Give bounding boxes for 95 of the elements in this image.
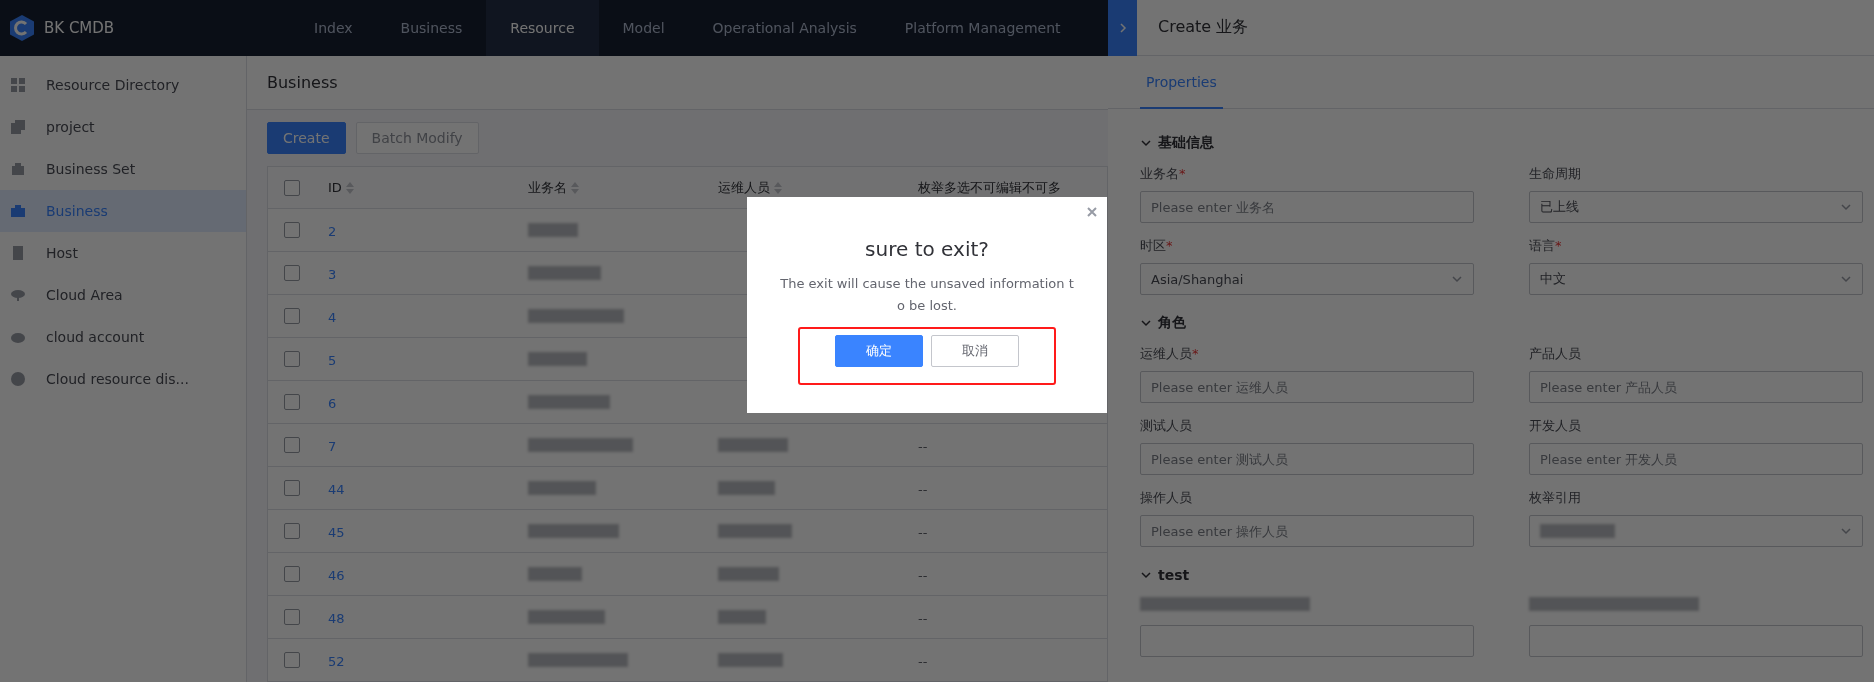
logo-icon (10, 15, 34, 41)
sidebar-item[interactable]: Business Set (0, 148, 246, 190)
briefcase-icon (10, 203, 26, 219)
create-button[interactable]: Create (267, 122, 346, 154)
id-link[interactable]: 6 (328, 395, 337, 411)
close-button[interactable] (1085, 205, 1099, 219)
id-link[interactable]: 7 (328, 438, 337, 454)
row-checkbox[interactable] (284, 652, 300, 668)
column-header[interactable]: 运维人员 (718, 178, 918, 197)
stack-icon (10, 119, 26, 135)
select-field[interactable] (1529, 515, 1863, 547)
confirm-button[interactable]: 确定 (835, 335, 923, 367)
chevron-down-icon (1140, 569, 1152, 581)
cloud-icon (10, 287, 26, 303)
column-header[interactable]: ID (328, 180, 528, 195)
column-header[interactable]: 枚举多选不可编辑不可多 (918, 178, 1107, 197)
sort-icon[interactable] (345, 181, 354, 194)
sidebar-item[interactable]: Cloud Area (0, 274, 246, 316)
table-cell: -- (918, 567, 928, 583)
row-checkbox[interactable] (284, 222, 300, 238)
cancel-button[interactable]: 取消 (931, 335, 1019, 367)
field-label: 生命周期 (1529, 165, 1582, 183)
row-checkbox[interactable] (284, 523, 300, 539)
close-icon (1087, 207, 1097, 217)
table-cell: -- (918, 610, 928, 626)
field-label: 操作人员 (1140, 489, 1193, 507)
id-link[interactable]: 46 (328, 567, 345, 583)
sort-icon[interactable] (571, 181, 579, 194)
row-checkbox[interactable] (284, 480, 300, 496)
id-link[interactable]: 48 (328, 610, 345, 626)
id-link[interactable]: 52 (328, 653, 345, 669)
id-link[interactable]: 44 (328, 481, 345, 497)
select-field[interactable]: Asia/Shanghai (1140, 263, 1474, 295)
chevron-down-icon (1140, 317, 1152, 329)
briefcase-icon (10, 161, 26, 177)
table-cell: -- (918, 653, 928, 669)
nav-tab[interactable]: Operational Analysis (688, 0, 881, 56)
sidebar-item[interactable]: cloud account (0, 316, 246, 358)
panel-title: Create 业务 (1158, 17, 1249, 38)
nav-tab[interactable]: Platform Management (880, 0, 1085, 56)
app-name: BK CMDB (44, 19, 115, 37)
row-checkbox[interactable] (284, 351, 300, 367)
section-title[interactable]: test (1158, 567, 1190, 583)
nav-tab[interactable]: Resource (486, 0, 599, 56)
field-label: 枚举引用 (1529, 489, 1582, 507)
chevron-down-icon (1840, 525, 1852, 537)
chevron-right-icon (1117, 21, 1128, 34)
sidebar-item[interactable]: Host (0, 232, 246, 274)
row-checkbox[interactable] (284, 609, 300, 625)
row-checkbox[interactable] (284, 308, 300, 324)
id-link[interactable]: 3 (328, 266, 337, 282)
select-all-checkbox[interactable] (284, 179, 300, 196)
chevron-down-icon (1140, 137, 1152, 149)
section-title[interactable]: 角色 (1158, 314, 1186, 332)
sidebar-item[interactable]: Business (0, 190, 246, 232)
select-field[interactable] (1140, 625, 1474, 657)
field-label: 开发人员 (1529, 417, 1582, 435)
select-field[interactable] (1529, 625, 1863, 657)
sidebar-item[interactable]: Cloud resource dis... (0, 358, 246, 400)
sidebar-item[interactable]: Resource Directory (0, 64, 246, 106)
table-cell: -- (918, 524, 928, 540)
grid-icon (10, 77, 26, 93)
page-title: Business (267, 73, 338, 92)
server-icon (10, 245, 26, 261)
chevron-down-icon (1840, 273, 1852, 285)
select-field[interactable]: 中文 (1529, 263, 1863, 295)
row-checkbox[interactable] (284, 437, 300, 453)
id-link[interactable]: 2 (328, 223, 337, 239)
dialog-message: The exit will cause the unsaved information to be lost. (779, 275, 1075, 315)
field-label: 产品人员 (1529, 345, 1582, 363)
select-field[interactable]: 已上线 (1529, 191, 1863, 223)
section-title[interactable]: 基础信息 (1158, 134, 1214, 152)
row-checkbox[interactable] (284, 566, 300, 582)
id-link[interactable]: 5 (328, 352, 337, 368)
nav-tab[interactable]: Index (290, 0, 377, 56)
column-header[interactable]: 业务名 (528, 178, 718, 197)
field-label: 测试人员 (1140, 417, 1193, 435)
globe-icon (10, 371, 26, 387)
id-link[interactable]: 4 (328, 309, 337, 325)
input-field[interactable]: Please enter 业务名 (1140, 191, 1474, 223)
field-label: 语言* (1529, 237, 1563, 255)
row-checkbox[interactable] (284, 394, 300, 410)
chevron-down-icon (1840, 201, 1852, 213)
row-checkbox[interactable] (284, 265, 300, 281)
field-label: 时区* (1140, 237, 1174, 255)
sidebar-item[interactable]: project (0, 106, 246, 148)
sort-icon[interactable] (774, 181, 782, 194)
field-label: 业务名* (1140, 165, 1187, 183)
id-link[interactable]: 45 (328, 524, 345, 540)
chevron-down-icon (1451, 273, 1463, 285)
dialog-title: sure to exit? (865, 237, 989, 261)
table-cell: -- (918, 438, 928, 454)
table-cell: -- (918, 481, 928, 497)
field-label: 运维人员* (1140, 345, 1200, 363)
tab[interactable]: Properties (1140, 56, 1223, 109)
